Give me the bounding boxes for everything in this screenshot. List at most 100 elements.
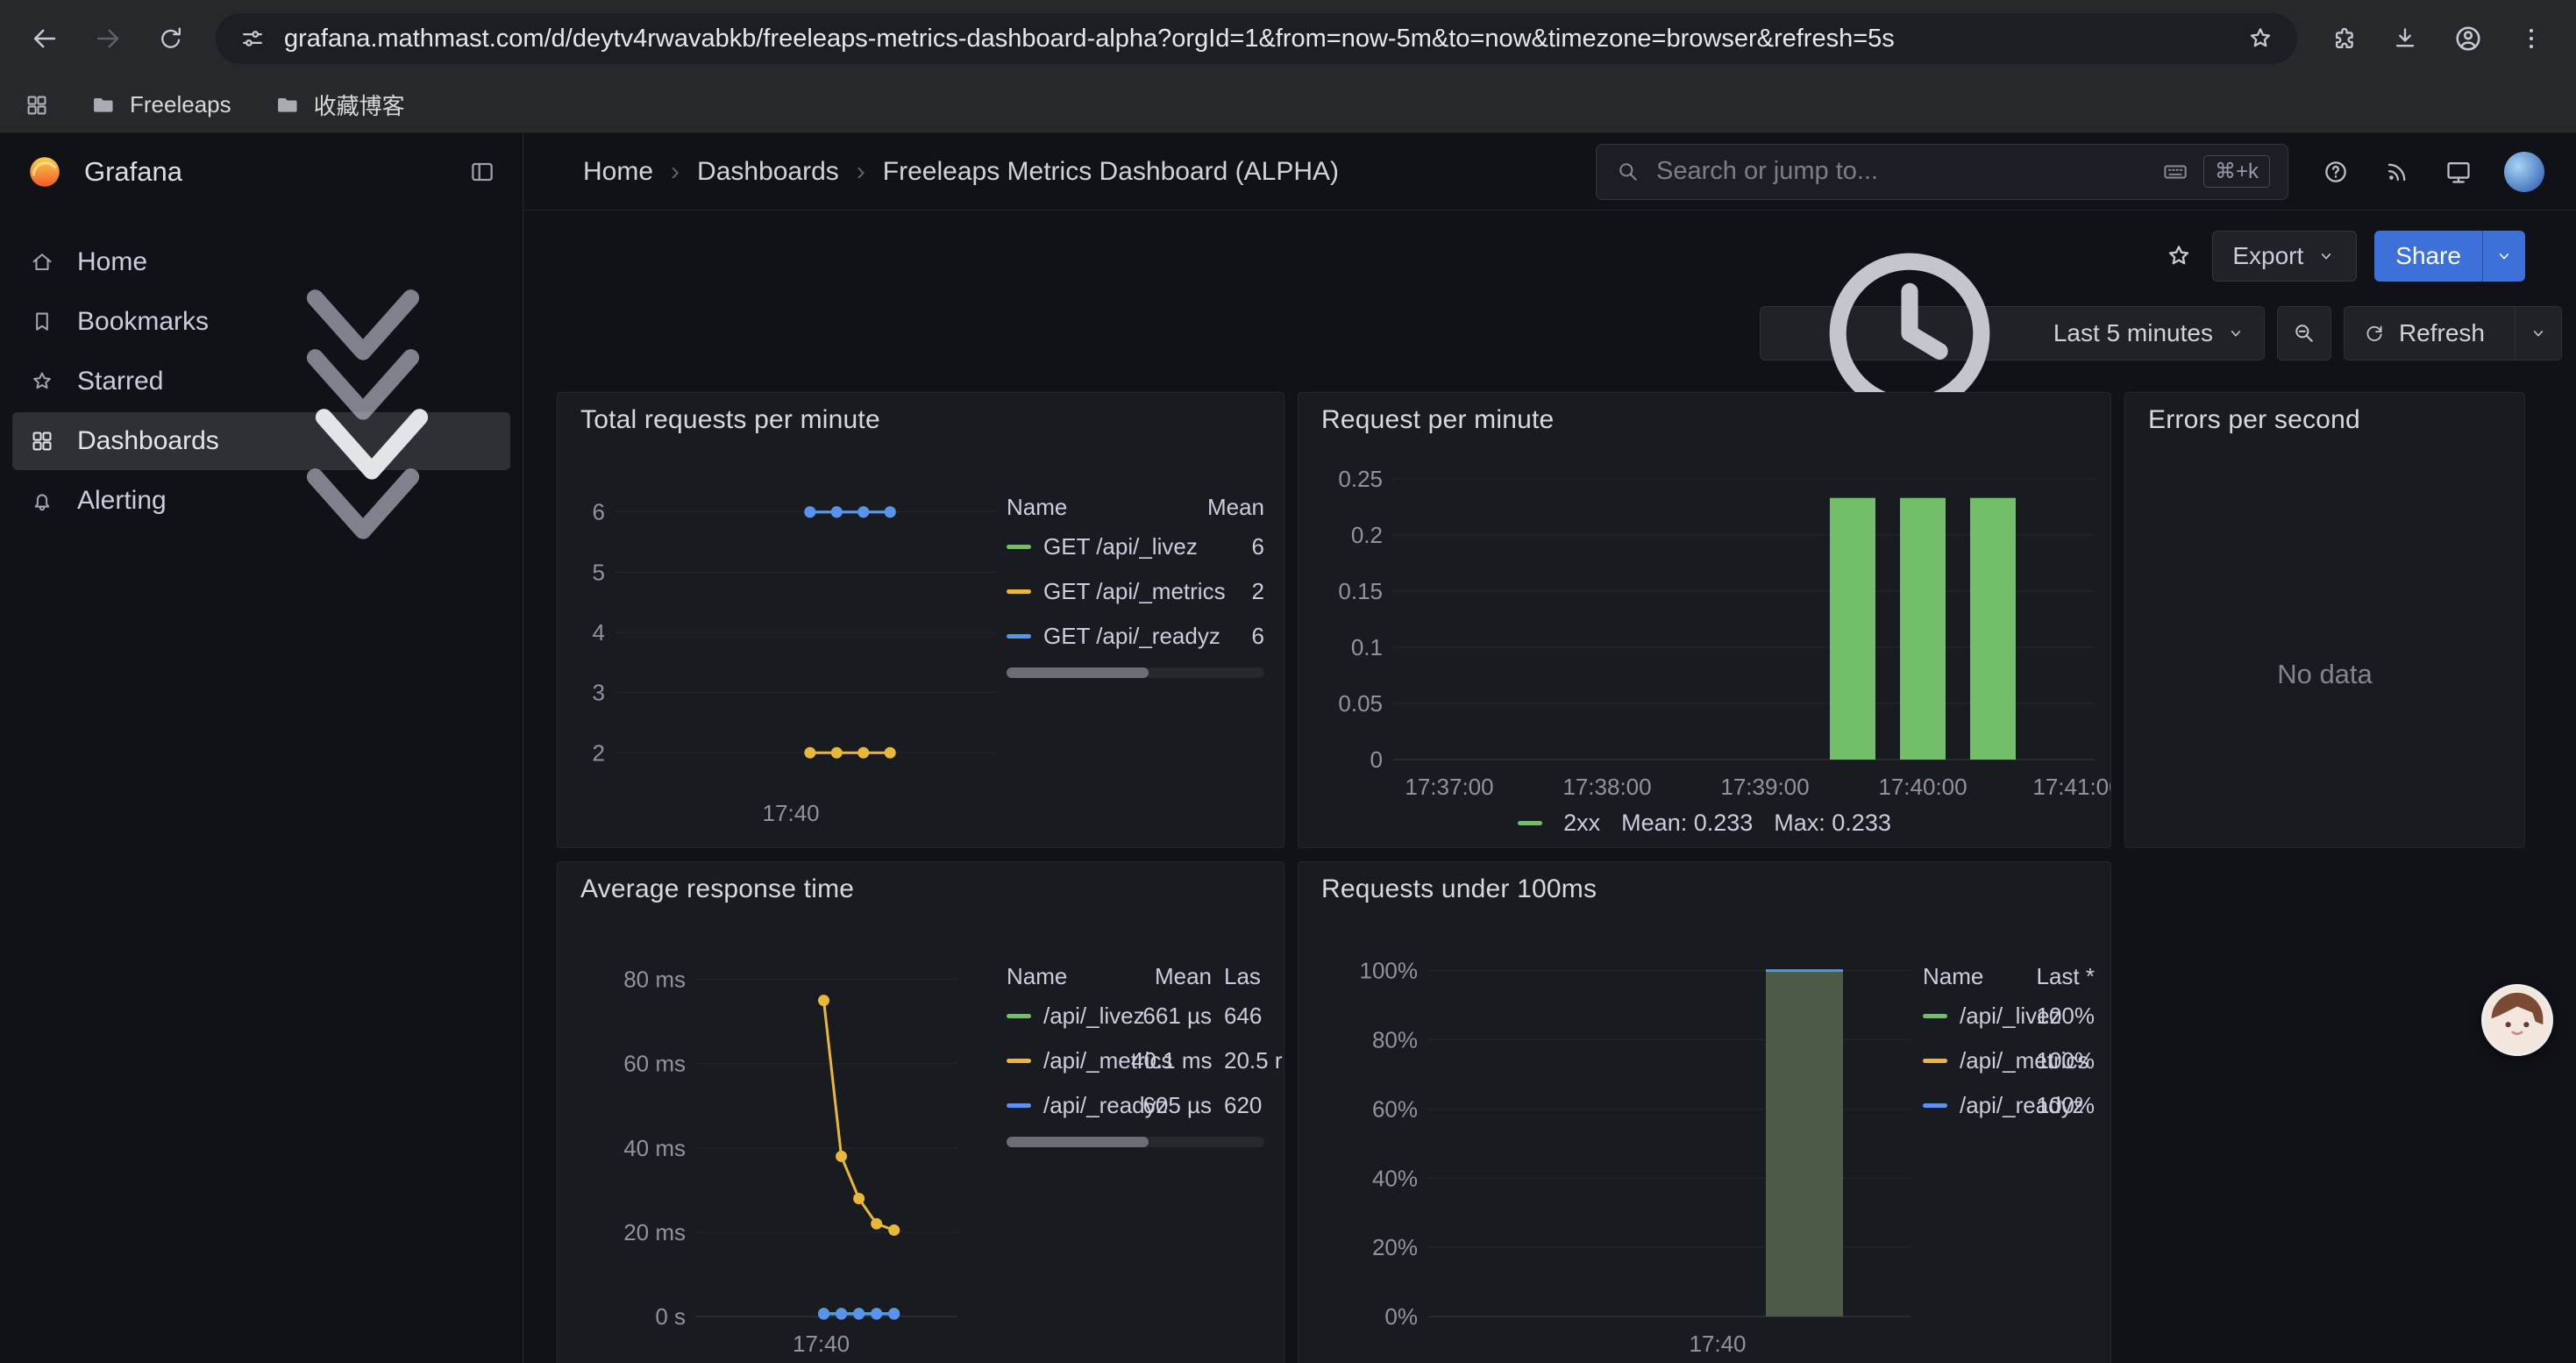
forward-button[interactable] xyxy=(79,10,137,68)
legend-scrollbar[interactable] xyxy=(1007,667,1264,678)
bookmark-item[interactable]: 收藏博客 xyxy=(274,89,405,121)
panel-title[interactable]: Total requests per minute xyxy=(580,405,880,435)
legend[interactable]: 2xx Mean: 0.233 Max: 0.233 xyxy=(1299,810,2110,837)
legend-row[interactable]: /api/_livez100% xyxy=(1923,994,2095,1038)
legend-column-header[interactable]: Name xyxy=(1007,494,1180,521)
time-range-picker[interactable]: Last 5 minutes xyxy=(1760,306,2265,360)
svg-text:40%: 40% xyxy=(1372,1165,1418,1191)
news-rss-icon[interactable] xyxy=(2381,156,2413,188)
refresh-icon xyxy=(2362,321,2387,346)
legend-column-header[interactable]: Name xyxy=(1007,963,1131,990)
series-color-chip xyxy=(1923,1014,1947,1018)
address-bar[interactable]: grafana.mathmast.com/d/deytv4rwavabkb/fr… xyxy=(216,13,2297,64)
legend-row[interactable]: /api/_readyz100% xyxy=(1923,1083,2095,1128)
series-name-cell: /api/_metrics xyxy=(1007,1047,1131,1074)
series-name-cell: /api/_livez xyxy=(1007,1003,1131,1030)
legend-column-header[interactable]: Mean xyxy=(1180,494,1264,521)
reload-button[interactable] xyxy=(142,10,200,68)
main-content: Home›Dashboards›Freeleaps Metrics Dashbo… xyxy=(523,133,2576,1363)
series-mean: Mean: 0.233 xyxy=(1621,810,1753,837)
legend-scrollbar[interactable] xyxy=(1007,1137,1264,1147)
series-label[interactable]: 2xx xyxy=(1563,810,1600,837)
site-settings-icon[interactable] xyxy=(237,23,268,54)
request-per-minute-chart[interactable]: 00.050.10.150.20.2517:37:0017:38:0017:39… xyxy=(1306,437,2105,823)
extensions-button[interactable] xyxy=(2313,10,2371,68)
panel-average-response-time[interactable]: Average response time 0 s20 ms40 ms60 ms… xyxy=(557,861,1284,1363)
user-avatar[interactable] xyxy=(2504,152,2544,192)
panel-total-requests[interactable]: Total requests per minute 2345617:40 Nam… xyxy=(557,392,1284,848)
scrollbar-thumb[interactable] xyxy=(1007,667,1149,678)
series-name-cell: GET /api/_livez xyxy=(1007,533,1180,560)
legend-column-header[interactable]: Mean xyxy=(1131,963,1212,990)
panel-requests-under-100ms[interactable]: Requests under 100ms 0%20%40%60%80%100%1… xyxy=(1298,861,2111,1363)
back-button[interactable] xyxy=(16,10,74,68)
scrollbar-thumb[interactable] xyxy=(1007,1137,1149,1147)
series-color-chip xyxy=(1007,1059,1031,1063)
legend-row[interactable]: /api/_livez661 µs646 xyxy=(1007,994,1264,1038)
legend-table[interactable]: NameMeanGET /api/_livez6GET /api/_metric… xyxy=(1007,489,1264,678)
legend-column-header[interactable]: Las xyxy=(1212,963,1264,990)
series-name-cell: GET /api/_metrics xyxy=(1007,578,1180,605)
apps-grid-icon[interactable] xyxy=(23,91,51,119)
svg-text:5: 5 xyxy=(593,559,605,585)
legend-table[interactable]: NameLast * /api/_livez100%/api/_metrics10… xyxy=(1923,959,2095,1128)
series-value: 40.1 ms xyxy=(1131,1047,1212,1074)
breadcrumb-item[interactable]: Dashboards xyxy=(697,157,839,187)
panel-errors-per-second[interactable]: Errors per second No data xyxy=(2124,392,2525,848)
svg-text:0.05: 0.05 xyxy=(1338,690,1383,717)
download-icon xyxy=(2389,23,2421,54)
bookmark-item[interactable]: Freeleaps xyxy=(89,91,231,119)
search-input[interactable]: Search or jump to... ⌘+k xyxy=(1596,144,2288,200)
bookmark-star-icon[interactable] xyxy=(2245,23,2276,54)
share-button[interactable]: Share xyxy=(2374,231,2525,282)
under-100ms-chart[interactable]: 0%20%40%60%80%100%17:40 xyxy=(1306,913,1919,1363)
refresh-interval-dropdown[interactable] xyxy=(2515,307,2561,360)
brand-title: Grafana xyxy=(84,156,182,188)
monitor-icon[interactable] xyxy=(2443,156,2474,188)
average-response-chart[interactable]: 0 s20 ms40 ms60 ms80 ms17:40 xyxy=(565,913,964,1363)
downloads-button[interactable] xyxy=(2376,10,2434,68)
help-icon[interactable] xyxy=(2320,156,2352,188)
share-dropdown[interactable] xyxy=(2482,231,2525,282)
dock-sidebar-icon[interactable] xyxy=(466,156,498,188)
breadcrumb-item[interactable]: Home xyxy=(583,157,653,187)
breadcrumb-item[interactable]: Freeleaps Metrics Dashboard (ALPHA) xyxy=(883,157,1339,187)
panel-title[interactable]: Average response time xyxy=(580,874,854,904)
series-color-chip xyxy=(1518,821,1542,825)
legend-row[interactable]: GET /api/_readyz6 xyxy=(1007,614,1264,659)
svg-text:17:40:00: 17:40:00 xyxy=(1878,774,1967,800)
legend-row[interactable]: GET /api/_metrics2 xyxy=(1007,569,1264,614)
bookmarks-list: Freeleaps 收藏博客 xyxy=(89,89,405,121)
series-name-cell: /api/_livez xyxy=(1923,1003,2017,1030)
favorite-star-icon[interactable] xyxy=(2163,240,2195,272)
grafana-logo[interactable] xyxy=(25,152,65,192)
refresh-button[interactable]: Refresh xyxy=(2344,306,2562,360)
series-value: 661 µs xyxy=(1131,1003,1212,1030)
chevron-down-icon xyxy=(2494,246,2515,267)
panel-title[interactable]: Request per minute xyxy=(1321,405,1554,435)
legend-row[interactable]: GET /api/_livez6 xyxy=(1007,525,1264,569)
browser-menu-button[interactable] xyxy=(2502,10,2560,68)
chevron-down-icon xyxy=(2316,246,2337,267)
folder-icon xyxy=(89,91,117,119)
panel-request-per-minute[interactable]: Request per minute 00.050.10.150.20.2517… xyxy=(1298,392,2111,848)
sidebar-item-alerting[interactable]: Alerting xyxy=(12,472,510,530)
legend-column-header[interactable]: Name xyxy=(1923,963,2017,990)
zoom-out-button[interactable] xyxy=(2277,306,2331,360)
bell-icon xyxy=(28,487,56,515)
panel-title[interactable]: Requests under 100ms xyxy=(1321,874,1597,904)
legend-column-header[interactable]: Last * xyxy=(2017,963,2095,990)
series-color-chip xyxy=(1007,634,1031,639)
panel-title[interactable]: Errors per second xyxy=(2148,405,2360,435)
reload-icon xyxy=(155,23,187,54)
legend-row[interactable]: /api/_metrics40.1 ms20.5 r xyxy=(1007,1038,1264,1083)
legend-row[interactable]: /api/_metrics100% xyxy=(1923,1038,2095,1083)
legend-row[interactable]: /api/_readyz605 µs620 xyxy=(1007,1083,1264,1128)
legend-table[interactable]: NameMeanLas/api/_livez661 µs646/api/_met… xyxy=(1007,959,1264,1147)
series-value: 646 xyxy=(1212,1003,1264,1030)
export-button[interactable]: Export xyxy=(2212,231,2357,282)
chat-widget-avatar[interactable] xyxy=(2481,984,2553,1056)
total-requests-chart[interactable]: 2345617:40 xyxy=(565,442,1007,837)
svg-text:17:41:00: 17:41:00 xyxy=(2032,774,2111,800)
profile-button[interactable] xyxy=(2439,10,2497,68)
